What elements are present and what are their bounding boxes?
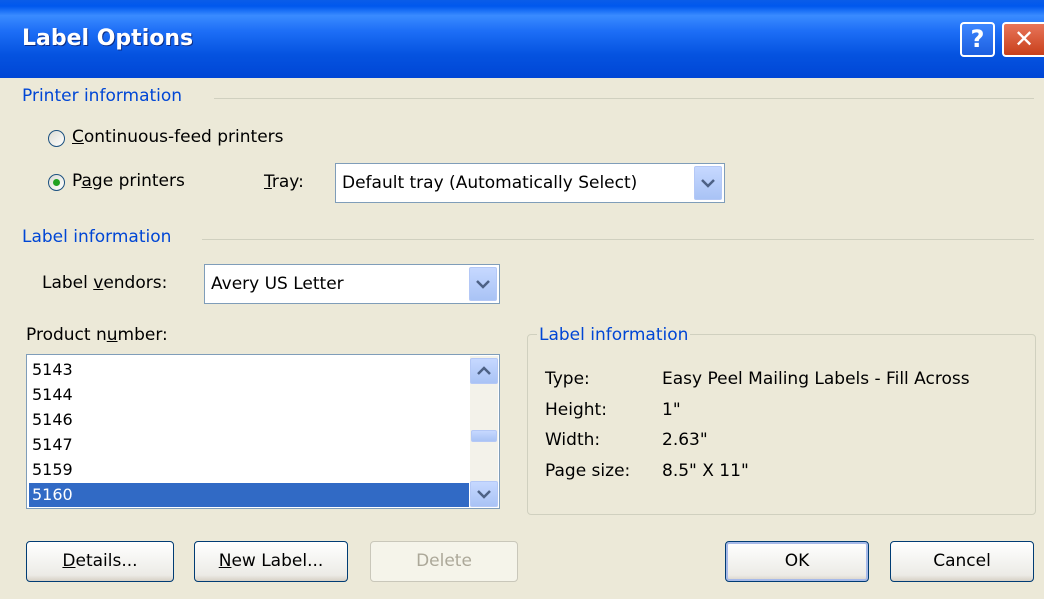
label-details-header: Label information — [537, 325, 691, 345]
list-item[interactable]: 5147 — [29, 433, 469, 457]
label-details-group — [527, 334, 1036, 515]
list-item[interactable]: 5143 — [29, 358, 469, 382]
detail-page-size-key: Page size: — [545, 461, 631, 481]
chevron-down-icon — [476, 280, 490, 289]
scroll-thumb[interactable] — [471, 430, 497, 442]
radio-selected-dot — [53, 179, 60, 186]
product-number-list[interactable]: 5143 5144 5146 5147 5159 5160 — [26, 354, 500, 509]
list-scrollbar[interactable] — [470, 356, 498, 507]
detail-height-value: 1" — [662, 400, 681, 420]
detail-height-key: Height: — [545, 400, 607, 420]
details-button[interactable]: Details... — [26, 541, 174, 582]
scroll-up-button[interactable] — [470, 358, 498, 384]
label-information-divider — [202, 239, 1034, 240]
list-item[interactable]: 5144 — [29, 383, 469, 407]
list-item-selected[interactable]: 5160 — [29, 483, 469, 507]
detail-width-key: Width: — [545, 430, 601, 450]
detail-width-value: 2.63" — [662, 430, 708, 450]
close-icon: ✕ — [1013, 25, 1035, 53]
detail-type-value: Easy Peel Mailing Labels - Fill Across — [662, 369, 970, 389]
label-vendors-arrow[interactable] — [469, 267, 497, 301]
scroll-down-button[interactable] — [470, 481, 498, 507]
help-icon: ? — [970, 25, 985, 53]
printer-information-divider — [214, 98, 1034, 99]
label-information-header: Label information — [22, 227, 172, 247]
tray-dropdown-arrow[interactable] — [694, 166, 722, 200]
title-bar: Label Options ? ✕ — [0, 0, 1044, 78]
cancel-button[interactable]: Cancel — [890, 541, 1034, 582]
chevron-up-icon — [477, 366, 491, 375]
page-printers-radio[interactable] — [48, 174, 65, 191]
tray-label: Tray: — [264, 172, 304, 192]
label-vendors-label: Label vendors: — [42, 273, 168, 293]
help-button[interactable]: ? — [960, 22, 995, 57]
continuous-feed-label[interactable]: Continuous-feed printers — [72, 127, 284, 147]
label-options-dialog: Label Options ? ✕ Printer information Co… — [0, 0, 1044, 599]
label-vendors-dropdown[interactable]: Avery US Letter — [204, 264, 500, 304]
label-vendors-value: Avery US Letter — [211, 274, 344, 294]
new-label-button[interactable]: New Label... — [194, 541, 348, 582]
delete-button[interactable]: Delete — [370, 541, 518, 582]
list-item[interactable]: 5146 — [29, 408, 469, 432]
ok-button[interactable]: OK — [725, 541, 869, 582]
close-button[interactable]: ✕ — [1002, 22, 1044, 57]
printer-information-header: Printer information — [22, 86, 183, 106]
detail-page-size-value: 8.5" X 11" — [662, 461, 749, 481]
list-item[interactable]: 5159 — [29, 458, 469, 482]
chevron-down-icon — [701, 179, 715, 188]
page-printers-label[interactable]: Page printers — [72, 171, 185, 191]
window-title: Label Options — [22, 26, 194, 51]
tray-dropdown-value: Default tray (Automatically Select) — [342, 173, 638, 193]
product-number-label: Product number: — [26, 325, 168, 345]
tray-dropdown[interactable]: Default tray (Automatically Select) — [335, 163, 725, 203]
detail-type-key: Type: — [545, 369, 590, 389]
continuous-feed-radio[interactable] — [48, 130, 65, 147]
chevron-down-icon — [477, 490, 491, 499]
